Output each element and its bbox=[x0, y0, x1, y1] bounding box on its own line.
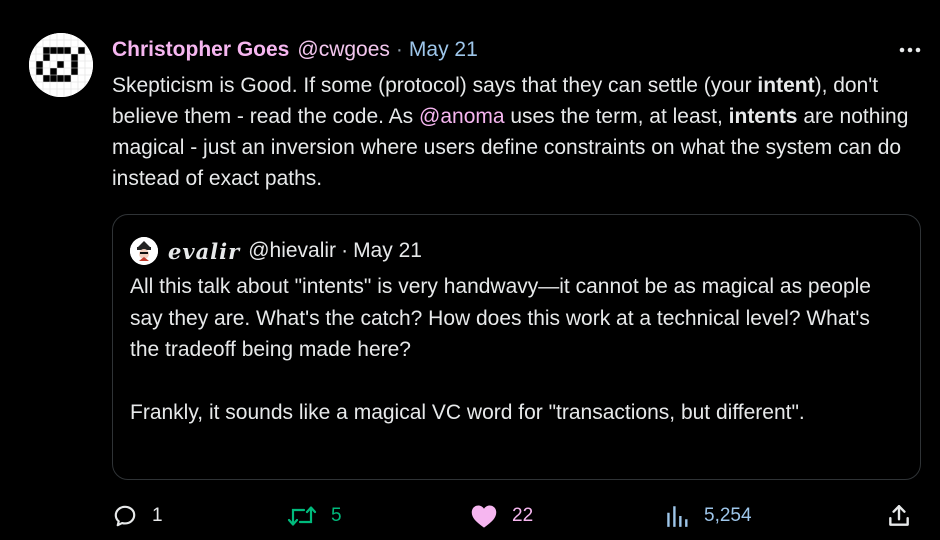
text-bold-intent: intent bbox=[757, 74, 815, 97]
views-button[interactable]: 5,254 bbox=[664, 498, 752, 534]
text-segment: uses the term, at least, bbox=[504, 105, 729, 128]
quoted-paragraph: All this talk about "intents" is very ha… bbox=[130, 275, 871, 361]
quoted-tweet-date: May 21 bbox=[353, 239, 422, 262]
tweet-text: Skepticism is Good. If some (protocol) s… bbox=[112, 70, 912, 194]
quoted-paragraph: Frankly, it sounds like a magical VC wor… bbox=[130, 400, 805, 424]
tweet-date[interactable]: May 21 bbox=[409, 38, 478, 62]
text-bold-intents: intents bbox=[728, 105, 798, 128]
like-button[interactable]: 22 bbox=[470, 498, 533, 534]
tweet-header: Christopher Goes @cwgoes · May 21 bbox=[112, 36, 478, 64]
quoted-tweet-header: evalir @hievalir · May 21 bbox=[130, 237, 422, 265]
share-button[interactable] bbox=[886, 498, 912, 534]
heart-icon bbox=[471, 505, 497, 528]
like-count: 22 bbox=[512, 505, 534, 526]
quoted-tweet[interactable]: evalir @hievalir · May 21 All this talk … bbox=[112, 214, 921, 480]
reply-button[interactable]: 1 bbox=[112, 498, 163, 534]
views-icon bbox=[667, 506, 688, 527]
author-name[interactable]: Christopher Goes bbox=[112, 38, 289, 62]
author-handle[interactable]: @cwgoes bbox=[297, 38, 390, 62]
retweet-count: 5 bbox=[331, 505, 342, 526]
text-segment: Skepticism is Good. If some (protocol) s… bbox=[112, 74, 758, 97]
quoted-author-avatar bbox=[130, 237, 158, 265]
quoted-author-handle: @hievalir bbox=[248, 239, 337, 262]
author-avatar[interactable] bbox=[29, 33, 93, 97]
mention-link[interactable]: @anoma bbox=[419, 105, 505, 128]
quoted-author-name: evalir bbox=[168, 238, 241, 264]
view-count: 5,254 bbox=[704, 505, 752, 526]
reply-count: 1 bbox=[152, 505, 163, 526]
more-dots-icon bbox=[899, 47, 921, 53]
share-icon bbox=[889, 505, 909, 526]
reply-icon bbox=[114, 505, 136, 527]
action-bar: 1 5 22 5,254 bbox=[0, 498, 940, 534]
quoted-tweet-text: All this talk about "intents" is very ha… bbox=[130, 271, 900, 428]
separator-dot: · bbox=[395, 38, 403, 61]
retweet-icon bbox=[287, 506, 317, 526]
separator-dot: · bbox=[341, 239, 349, 262]
retweet-button[interactable]: 5 bbox=[287, 498, 342, 534]
more-options-button[interactable] bbox=[896, 36, 924, 64]
